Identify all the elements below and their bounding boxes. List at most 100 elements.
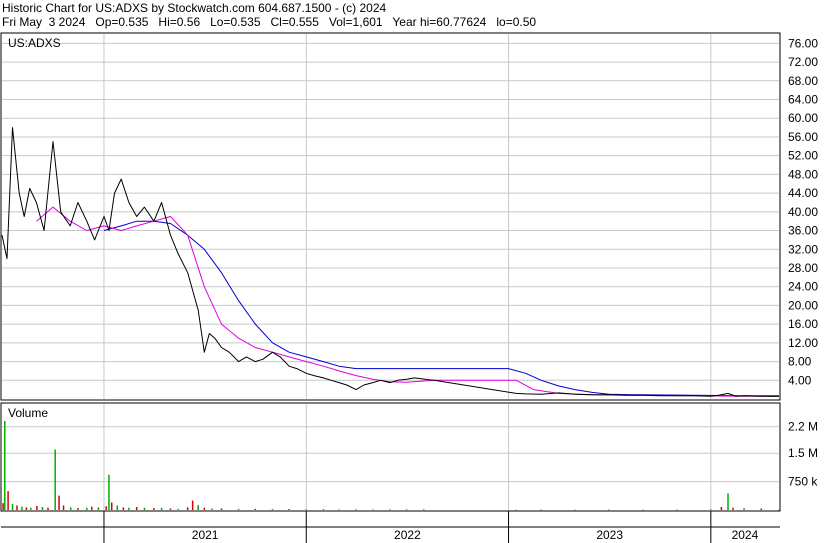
price-tick-label: 48.00: [788, 167, 818, 181]
volume-bar: [423, 509, 425, 510]
price-tick-label: 60.00: [788, 111, 818, 125]
price-series-layer: [1, 127, 780, 397]
volume-bar: [47, 507, 49, 510]
year-label: 2023: [596, 528, 623, 542]
volume-bar: [160, 507, 163, 510]
price-tick-label: 28.00: [788, 261, 818, 275]
volume-bar: [153, 508, 155, 510]
volume-bar: [169, 508, 172, 510]
price-tick-label: 44.00: [788, 186, 818, 200]
year-label: 2021: [192, 528, 219, 542]
volume-bar: [62, 505, 65, 510]
volume-bar: [16, 505, 18, 510]
long-moving-average-line: [103, 220, 779, 397]
price-tick-label: 52.00: [788, 149, 818, 163]
volume-bar: [128, 507, 130, 510]
volume-bar: [116, 505, 119, 510]
price-tick-label: 16.00: [788, 317, 818, 331]
price-tick-label: 20.00: [788, 298, 818, 312]
volume-bar: [11, 503, 14, 510]
price-tick-label: 76.00: [788, 36, 818, 50]
volume-bar: [254, 508, 257, 510]
volume-bar: [732, 507, 734, 510]
volume-bar: [642, 509, 644, 511]
volume-bar: [720, 506, 723, 510]
price-tick-label: 32.00: [788, 242, 818, 256]
volume-bar: [177, 508, 179, 510]
volume-bar: [271, 509, 274, 510]
price-tick-label: 24.00: [788, 280, 818, 294]
volume-bar: [355, 509, 357, 510]
volume-bars: [2, 421, 780, 511]
volume-bar: [389, 509, 391, 510]
volume-bar: [186, 507, 189, 510]
volume-bar: [30, 507, 32, 510]
price-tick-label: 4.00: [788, 373, 812, 387]
volume-tick-label: 2.2 M: [788, 420, 818, 434]
price-tick-label: 40.00: [788, 205, 818, 219]
volume-bar: [211, 508, 213, 510]
price-panel-frame: [0, 32, 781, 401]
volume-bar: [220, 508, 223, 510]
volume-bar: [108, 474, 110, 510]
volume-bar: [676, 509, 678, 511]
year-label: 2024: [732, 528, 759, 542]
volume-bar: [4, 421, 6, 510]
volume-bar: [135, 506, 138, 510]
volume-bar: [743, 508, 745, 510]
short-moving-average-line: [36, 206, 779, 397]
price-tick-label: 36.00: [788, 224, 818, 238]
price-tick-label: 8.00: [788, 355, 812, 369]
volume-bar: [86, 507, 88, 510]
price-tick-label: 64.00: [788, 93, 818, 107]
volume-bar: [322, 509, 325, 510]
price-tick-label: 12.00: [788, 336, 818, 350]
price-line: [1, 127, 780, 397]
volume-bar: [288, 509, 290, 510]
stock-chart-window: Historic Chart for US:ADXS by Stockwatch…: [0, 0, 830, 543]
volume-bar: [191, 500, 194, 510]
volume-bar: [237, 508, 240, 510]
price-gridlines: [2, 34, 779, 399]
volume-bar: [338, 509, 340, 510]
volume-bar: [41, 506, 44, 510]
volume-bar: [105, 506, 107, 510]
volume-bar: [760, 508, 763, 510]
year-label: 2022: [394, 528, 421, 542]
volume-bar: [143, 507, 146, 510]
price-tick-label: 56.00: [788, 130, 818, 144]
volume-bar: [7, 491, 9, 510]
volume-bar: [110, 502, 113, 510]
volume-bar: [574, 509, 576, 511]
volume-bar: [608, 509, 610, 511]
volume-bar: [727, 493, 729, 510]
price-tick-label: 72.00: [788, 55, 818, 69]
volume-bar: [515, 509, 518, 511]
volume-bar: [540, 509, 542, 511]
volume-tick-label: 1.5 M: [788, 446, 818, 460]
volume-bar: [710, 509, 712, 510]
volume-bar: [25, 507, 28, 510]
volume-bar: [97, 507, 100, 510]
volume-bar: [54, 449, 56, 510]
price-panel-label: US:ADXS: [8, 36, 61, 50]
volume-bar: [58, 495, 60, 510]
volume-gridlines: [2, 404, 779, 510]
volume-bar: [372, 509, 374, 510]
volume-bar: [305, 509, 308, 510]
volume-panel-frame: [0, 402, 781, 512]
volume-tick-label: 750 k: [788, 475, 818, 489]
volume-panel-label: Volume: [8, 406, 48, 420]
volume-bar: [36, 505, 38, 510]
volume-bar: [122, 507, 125, 510]
volume-bar: [2, 503, 4, 510]
volume-bar: [203, 507, 206, 510]
chart-canvas: 76.00 72.00 68.00 64.00 60.00 56.00 52.00 48.00…: [0, 32, 818, 543]
volume-bar: [21, 506, 23, 510]
volume-bar: [405, 509, 408, 510]
price-tick-label: 68.00: [788, 74, 818, 88]
volume-bar: [91, 506, 93, 510]
volume-bar: [77, 508, 79, 510]
volume-bar: [197, 505, 199, 510]
volume-bar: [69, 507, 72, 510]
